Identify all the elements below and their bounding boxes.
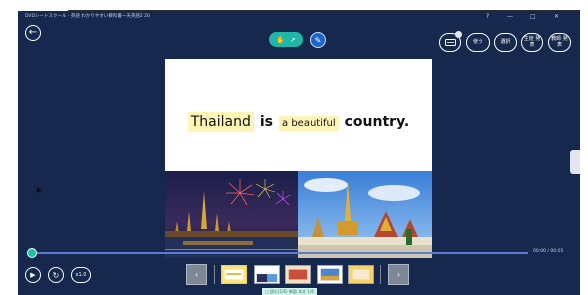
thumbnail-5-preview (349, 266, 373, 283)
thumbnail-4-preview (318, 266, 342, 283)
page-indicator: □ 読む(1/6) 単語 本文 1/6 (262, 288, 317, 295)
cursor-arrow-icon: ➚ (289, 35, 296, 44)
app-window: DVDシートスクール - 英語 わかりやすい教科書ー天英語2 20 ? — □ … (18, 11, 580, 295)
side-panel-toggle[interactable] (570, 150, 580, 174)
word-country: country. (344, 114, 410, 130)
next-page-button[interactable]: › (388, 264, 409, 285)
lesson-sentence: Thailand is a beautiful country. (165, 112, 432, 132)
thumbnail-4[interactable] (317, 265, 343, 284)
thumbnail-3-preview (286, 266, 310, 283)
top-strip (68, 0, 580, 11)
lesson-slide: Thailand is a beautiful country. (165, 59, 432, 258)
word-chip-thailand[interactable]: Thailand (187, 112, 254, 132)
thumbnail-2-preview (255, 266, 279, 283)
thumbnail-2[interactable] (254, 265, 280, 284)
pointer-tool-toggle[interactable]: ✋ ➚ (269, 32, 303, 47)
temple-fireworks-photo (165, 171, 298, 258)
maximize-button[interactable]: □ (530, 13, 536, 20)
pen-tool-button[interactable]: ✎ (310, 32, 326, 48)
pen-icon: ✎ (314, 35, 322, 45)
chevron-right-icon: › (396, 270, 401, 279)
minimize-button[interactable]: — (507, 13, 513, 20)
screen-button[interactable] (439, 31, 462, 52)
teacher-present-button[interactable]: 教師 発表 (548, 33, 571, 52)
title-bar: DVDシートスクール - 英語 わかりやすい教科書ー天英語2 20 ? — □ … (18, 11, 580, 25)
thumb-separator-left (214, 265, 215, 284)
prev-page-button[interactable]: ‹ (186, 264, 207, 285)
back-button[interactable]: ← (25, 25, 41, 41)
thumbnail-1-preview (222, 266, 246, 283)
monitor-icon (444, 38, 456, 46)
thumbnail-3[interactable] (285, 265, 311, 284)
word-chip-a-beautiful[interactable]: a beautiful (279, 116, 339, 131)
close-button[interactable]: ✕ (554, 13, 559, 20)
help-button[interactable]: ? (486, 13, 489, 20)
thumbnail-1[interactable] (221, 265, 247, 284)
student-present-button[interactable]: 生徒 発表 (521, 33, 543, 52)
word-is: is (259, 114, 274, 130)
use-button[interactable]: 使う (466, 33, 490, 52)
chevron-left-icon: ‹ (194, 270, 199, 279)
playback-progress-bar[interactable] (32, 252, 528, 254)
arrow-left-icon: ← (28, 27, 38, 38)
thumbnail-strip: ‹ › (18, 262, 580, 288)
window-title: DVDシートスクール - 英語 わかりやすい教科書ー天英語2 20 (25, 14, 150, 19)
hand-pointer-icon: ✋ (276, 35, 285, 44)
time-readout: 00:00 / 00:05 (533, 249, 564, 254)
select-button[interactable]: 選択 (494, 33, 517, 52)
thumbnail-5[interactable] (348, 265, 374, 284)
golden-temple-photo (298, 171, 432, 258)
progress-handle[interactable] (27, 248, 37, 258)
notification-badge (455, 31, 462, 38)
mouse-cursor-icon (34, 185, 42, 193)
thumb-separator-right (380, 265, 381, 284)
